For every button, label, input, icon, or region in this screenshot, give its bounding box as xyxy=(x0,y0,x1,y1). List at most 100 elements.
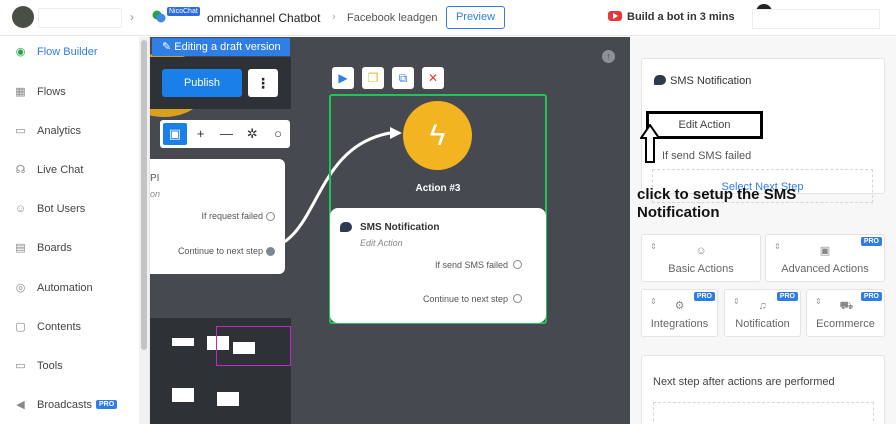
user-avatar[interactable] xyxy=(12,6,34,28)
flow-canvas[interactable]: ✎ Editing a draft version Publish ⋮ ▣ + … xyxy=(150,37,630,424)
account-switcher[interactable] xyxy=(38,8,122,28)
port-label-continue: Continue to next step xyxy=(177,246,263,256)
minimap-node xyxy=(172,388,194,402)
chatbot-logo-icon xyxy=(152,10,166,23)
pro-badge: PRO xyxy=(96,400,118,409)
delete-icon[interactable]: ✕ xyxy=(422,67,444,89)
chevron-right-icon: › xyxy=(130,10,134,24)
sms-notification-card[interactable]: SMS Notification Edit Action If send SMS… xyxy=(330,208,546,323)
port-continue[interactable] xyxy=(513,294,522,303)
drag-handle-icon[interactable]: ⇕ xyxy=(815,297,822,306)
minimap[interactable] xyxy=(150,318,291,424)
port-label-continue: Continue to next step xyxy=(422,294,508,304)
action-tile-label: Notification xyxy=(735,318,790,330)
annotation-text: click to setup the SMS Notification xyxy=(637,186,797,221)
previous-node-card[interactable]: PI on If request failed Continue to next… xyxy=(150,159,285,274)
annotation-arrow-icon xyxy=(640,124,660,163)
action-tile-ecommerce[interactable]: ⇕ ⛟ Ecommerce PRO xyxy=(806,289,885,337)
node-action-toolbar: ▶ ❐ ⧉ ✕ xyxy=(332,67,452,89)
sidebar-item-automation[interactable]: ◎ Automation xyxy=(0,278,138,298)
node-subtitle-fragment: on xyxy=(150,189,161,199)
action-tile-integrations[interactable]: ⇕ ⚙ Integrations PRO xyxy=(641,289,718,337)
pro-badge: PRO xyxy=(860,292,882,301)
profile-menu[interactable] xyxy=(752,9,880,29)
drag-handle-icon[interactable]: ⇕ xyxy=(650,297,657,306)
sms-settings-card: SMS Notification Edit Action If send SMS… xyxy=(641,58,885,203)
drag-handle-icon[interactable]: ⇕ xyxy=(774,242,781,251)
sidebar-item-boards[interactable]: ▤ Boards xyxy=(0,238,138,258)
flows-icon: ▦ xyxy=(15,86,26,98)
broadcast-icon: ◀ xyxy=(16,399,25,411)
sidebar-item-flow-builder[interactable]: ◉ Flow Builder xyxy=(0,42,138,62)
port-sms-failed[interactable] xyxy=(513,260,522,269)
play-icon[interactable]: ▶ xyxy=(332,67,354,89)
minimap-viewport[interactable] xyxy=(216,326,291,366)
pro-badge: PRO xyxy=(693,292,715,301)
bot-name[interactable]: omnichannel Chatbot xyxy=(207,11,320,25)
action-node-title: Action #3 xyxy=(415,183,461,194)
user-icon: ☺ xyxy=(14,203,27,215)
sidebar-item-analytics[interactable]: ▭ Analytics xyxy=(0,121,138,141)
port-label-sms-failed: If send SMS failed xyxy=(434,260,508,270)
top-bar: › NicoChat omnichannel Chatbot › Faceboo… xyxy=(0,0,896,36)
port-continue[interactable] xyxy=(266,247,275,256)
action-tile-basic-actions[interactable]: ⇕ ☺ Basic Actions xyxy=(641,234,761,282)
boards-icon: ▤ xyxy=(15,242,26,254)
sidebar-item-contents[interactable]: ▢ Contents xyxy=(0,317,138,337)
sidebar-item-label: Flow Builder xyxy=(37,46,98,58)
sidebar-item-label: Analytics xyxy=(37,125,82,137)
sidebar-item-broadcasts[interactable]: ◀ Broadcasts PRO xyxy=(0,395,138,415)
sidebar-scrollbar-thumb[interactable] xyxy=(141,40,147,350)
port-request-failed[interactable] xyxy=(266,212,275,221)
next-step-card: Next step after actions are performed xyxy=(641,355,885,424)
sms-card-edit-link[interactable]: Edit Action xyxy=(360,238,403,248)
analytics-icon: ▭ xyxy=(15,125,26,137)
next-step-dropzone[interactable] xyxy=(653,402,874,424)
panel-node-title: SMS Notification xyxy=(670,75,752,87)
duplicate-icon[interactable]: ⧉ xyxy=(392,67,414,89)
sms-card-title: SMS Notification xyxy=(360,222,440,233)
action-icon: ⛟ xyxy=(839,300,854,312)
minimap-node xyxy=(172,338,194,346)
action-tile-label: Integrations xyxy=(650,318,709,330)
automation-icon: ◎ xyxy=(15,282,26,294)
action-tile-advanced-actions[interactable]: ⇕ ▣ Advanced Actions PRO xyxy=(765,234,885,282)
chevron-right-icon: › xyxy=(332,11,336,23)
arrow-up-icon[interactable]: ↑ xyxy=(602,50,615,63)
sidebar-item-bot-users[interactable]: ☺ Bot Users xyxy=(0,199,138,219)
youtube-icon[interactable] xyxy=(608,11,622,21)
pro-badge: PRO xyxy=(860,237,882,246)
tools-icon: ▭ xyxy=(15,360,26,372)
sms-failed-label: If send SMS failed xyxy=(662,150,752,162)
sidebar-item-label: Bot Users xyxy=(37,203,86,215)
minimap-node xyxy=(217,392,239,406)
sidebar-item-label: Broadcasts xyxy=(37,399,93,411)
sidebar-item-flows[interactable]: ▦ Flows xyxy=(0,82,138,102)
drag-handle-icon[interactable]: ⇕ xyxy=(733,297,740,306)
sidebar-item-live-chat[interactable]: ☊ Live Chat xyxy=(0,160,138,180)
action-tile-label: Advanced Actions xyxy=(781,263,869,275)
action-tile-label: Basic Actions xyxy=(668,263,734,275)
copy-icon[interactable]: ❐ xyxy=(362,67,384,89)
action-icon: ♫ xyxy=(758,300,767,312)
action-tile-notification[interactable]: ⇕ ♫ Notification PRO xyxy=(724,289,801,337)
sms-icon xyxy=(654,75,666,85)
action-icon: ☺ xyxy=(695,245,707,257)
edit-action-button[interactable]: Edit Action xyxy=(646,111,763,139)
port-label-request-failed: If request failed xyxy=(201,211,263,221)
sidebar-item-tools[interactable]: ▭ Tools xyxy=(0,356,138,376)
sidebar-item-label: Tools xyxy=(37,360,63,372)
sidebar-item-label: Boards xyxy=(37,242,72,254)
headset-icon: ☊ xyxy=(15,164,26,176)
lightning-icon: ϟ xyxy=(403,101,472,170)
sidebar-item-label: Automation xyxy=(37,282,93,294)
drag-handle-icon[interactable]: ⇕ xyxy=(650,242,657,251)
preview-button[interactable]: Preview xyxy=(446,6,505,29)
sidebar-item-label: Flows xyxy=(37,86,66,98)
action-icon: ▣ xyxy=(819,245,831,257)
action-tile-label: Ecommerce xyxy=(816,318,875,330)
build-bot-tutorial-link[interactable]: Build a bot in 3 mins xyxy=(627,11,735,23)
node-title-fragment: PI xyxy=(150,173,160,184)
sms-icon xyxy=(340,222,352,232)
flow-name[interactable]: Facebook leadgen xyxy=(347,12,438,24)
